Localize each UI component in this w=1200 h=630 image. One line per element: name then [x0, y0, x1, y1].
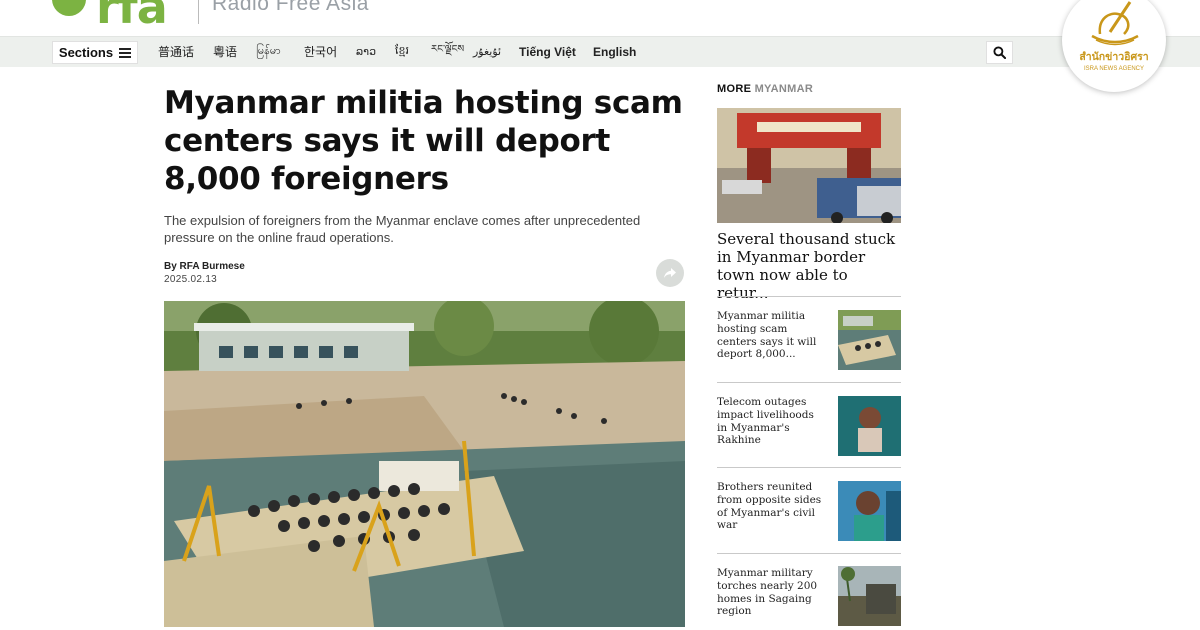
lang-link-korean[interactable]: 한국어	[304, 43, 356, 60]
site-header: rfa Radio Free Asia	[0, 0, 1200, 36]
sections-menu-button[interactable]: Sections	[52, 41, 138, 64]
article-date: 2025.02.13	[164, 274, 218, 285]
sidebar-top-story-image[interactable]	[717, 108, 901, 223]
sidebar-story-title[interactable]: Myanmar militia hosting scam centers say…	[717, 310, 827, 361]
site-name: Radio Free Asia	[212, 0, 369, 15]
search-button[interactable]	[986, 41, 1013, 64]
hamburger-icon	[119, 47, 132, 58]
sidebar-story-title[interactable]: Myanmar military torches nearly 200 home…	[717, 567, 827, 618]
sidebar-story-thumbnail[interactable]	[838, 396, 901, 456]
lang-link-burmese[interactable]: မြန်မာ	[256, 44, 304, 60]
sidebar-story-title[interactable]: Telecom outages impact livelihoods in My…	[717, 396, 827, 447]
sidebar-story-thumbnail[interactable]	[838, 481, 901, 541]
lang-link-mandarin[interactable]: 普通话	[158, 43, 213, 60]
sidebar-divider	[717, 296, 901, 297]
svg-text:ISRA NEWS AGENCY: ISRA NEWS AGENCY	[1084, 66, 1144, 72]
sidebar-top-story-title[interactable]: Several thousand stuck in Myanmar border…	[717, 230, 901, 302]
lang-link-tibetan[interactable]: རང་ལྗོངས	[431, 38, 473, 66]
lang-link-khmer[interactable]: ខ្មែរ	[395, 44, 431, 60]
share-button[interactable]	[656, 259, 684, 287]
rfa-logo-mark[interactable]	[52, 0, 86, 16]
more-label: MORE	[717, 83, 752, 95]
header-divider	[198, 0, 199, 24]
isra-news-logo-icon: สำนักข่าวอิศรา ISRA NEWS AGENCY	[1079, 1, 1149, 72]
sidebar-story-thumbnail[interactable]	[838, 310, 901, 370]
sidebar-divider	[717, 467, 901, 468]
article-byline[interactable]: By RFA Burmese	[164, 261, 245, 272]
sidebar-story-thumbnail[interactable]	[838, 566, 901, 626]
rfa-logo[interactable]: rfa	[96, 0, 168, 34]
language-links: 普通话 粵语 မြန်မာ 한국어 ລາວ ខ្មែរ རང་ལྗོངས ئۇي…	[158, 37, 636, 66]
nav-bar: Sections 普通话 粵语 မြန်မာ 한국어 ລາວ ខ្មែរ རང་…	[0, 36, 1200, 67]
article-headline: Myanmar militia hosting scam centers say…	[164, 85, 683, 197]
sidebar-story-title[interactable]: Brothers reunited from opposite sides of…	[717, 481, 827, 532]
isra-news-watermark: สำนักข่าวอิศรา ISRA NEWS AGENCY	[1062, 0, 1166, 92]
sections-label: Sections	[58, 45, 114, 60]
search-icon	[993, 46, 1006, 59]
lang-link-lao[interactable]: ລາວ	[356, 45, 395, 58]
lang-link-vietnamese[interactable]: Tiếng Việt	[519, 45, 593, 59]
article-hero-image	[164, 301, 685, 627]
sidebar-divider	[717, 553, 901, 554]
sidebar-heading: MORE MYANMAR	[717, 83, 813, 95]
svg-text:สำนักข่าวอิศรา: สำนักข่าวอิศรา	[1079, 51, 1148, 63]
sidebar-divider	[717, 382, 901, 383]
article-dek: The expulsion of foreigners from the Mya…	[164, 213, 641, 245]
share-arrow-icon	[664, 268, 676, 278]
lang-link-uyghur[interactable]: ئۇيغۇر	[473, 45, 519, 58]
lang-link-english[interactable]: English	[593, 45, 636, 59]
lang-link-cantonese[interactable]: 粵语	[213, 43, 256, 60]
more-section-label[interactable]: MYANMAR	[755, 83, 814, 95]
